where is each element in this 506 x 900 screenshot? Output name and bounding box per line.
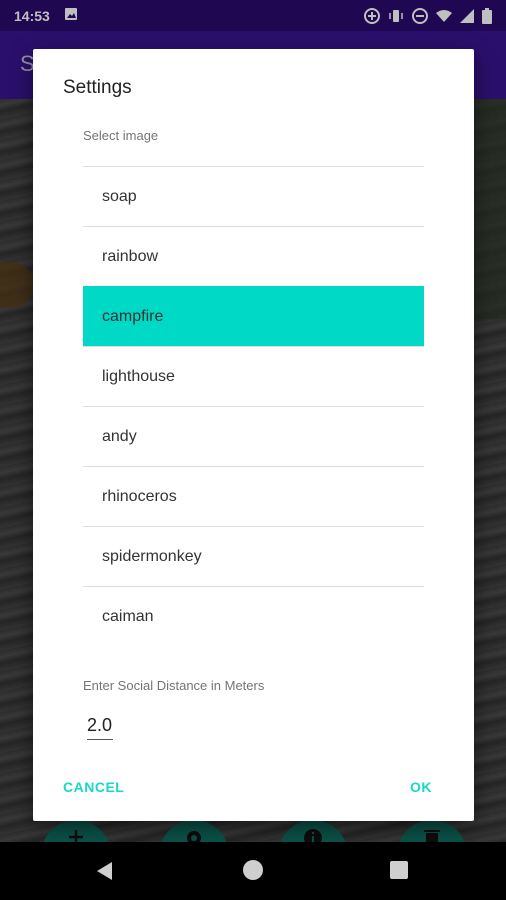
image-list-item[interactable]: andy <box>83 406 424 466</box>
back-icon[interactable] <box>97 862 112 880</box>
distance-input[interactable]: 2.0 <box>87 715 113 740</box>
settings-dialog: Settings Select image soap rainbow campfir… <box>33 49 474 821</box>
image-list-item[interactable]: spidermonkey <box>83 526 424 586</box>
image-list-item[interactable]: lighthouse <box>83 346 424 406</box>
distance-label: Enter Social Distance in Meters <box>83 678 265 693</box>
home-icon[interactable] <box>243 860 263 880</box>
select-image-label: Select image <box>83 128 159 143</box>
dialog-title: Settings <box>63 77 132 98</box>
image-list-item[interactable]: soap <box>83 166 424 226</box>
recents-icon[interactable] <box>390 861 408 879</box>
image-list: soap rainbow campfire lighthouse andy rhinoce… <box>83 166 424 646</box>
image-list-item[interactable]: caiman <box>83 586 424 646</box>
image-list-item[interactable]: campfire <box>83 286 424 346</box>
ok-button[interactable]: OK <box>410 779 432 795</box>
image-list-item[interactable]: rainbow <box>83 226 424 286</box>
cancel-button[interactable]: CANCEL <box>63 779 124 795</box>
image-list-item[interactable]: rhinoceros <box>83 466 424 526</box>
